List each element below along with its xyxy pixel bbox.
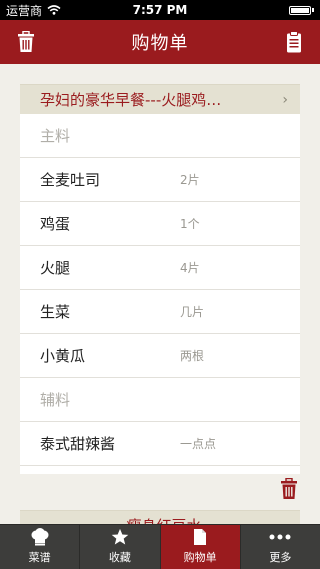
- clear-list-button[interactable]: [4, 20, 48, 64]
- recipe-title-2: 瘦身红豆水: [40, 515, 288, 524]
- tab-label: 更多: [269, 551, 292, 564]
- item-qty: 1个: [180, 217, 200, 231]
- item-name: 生菜: [40, 303, 71, 321]
- status-bar: 运营商 7:57 PM: [0, 0, 320, 20]
- item-name: 泰式甜辣酱: [40, 435, 116, 453]
- tab-favorites[interactable]: 收藏: [80, 525, 161, 569]
- list-view-button[interactable]: [272, 20, 316, 64]
- recipe-header[interactable]: 孕妇的豪华早餐---火腿鸡… ›: [20, 84, 300, 114]
- item-qty: 几片: [180, 305, 205, 319]
- nav-bar: 购物单: [0, 20, 320, 64]
- item-name: 全麦吐司: [40, 171, 101, 189]
- item-qty: 一点点: [180, 437, 217, 451]
- list-item[interactable]: 生菜 几片: [20, 290, 300, 334]
- item-qty: 4片: [180, 261, 200, 275]
- tab-more[interactable]: 更多: [241, 525, 320, 569]
- tab-label: 收藏: [108, 551, 131, 564]
- clipboard-icon: [287, 31, 301, 53]
- shopping-list-content[interactable]: 孕妇的豪华早餐---火腿鸡… › 主料 全麦吐司 2片 鸡蛋 1个 火腿 4片 …: [0, 64, 320, 524]
- chevron-right-icon: ›: [282, 91, 288, 108]
- item-name: 火腿: [40, 259, 71, 277]
- list-item[interactable]: 泰式甜辣酱 一点点: [20, 422, 300, 466]
- page-title: 购物单: [131, 33, 189, 54]
- recipe-title: 孕妇的豪华早餐---火腿鸡…: [40, 91, 222, 109]
- card-footer: [20, 466, 300, 474]
- document-icon: [194, 529, 207, 545]
- item-name: 小黄瓜: [40, 347, 86, 365]
- recipe-card-2: 瘦身红豆水: [20, 510, 300, 524]
- list-item[interactable]: 鸡蛋 1个: [20, 202, 300, 246]
- list-item[interactable]: 火腿 4片: [20, 246, 300, 290]
- item-qty: 2片: [180, 173, 200, 187]
- more-icon: [269, 534, 291, 540]
- section-header-secondary: 辅料: [20, 378, 300, 422]
- chef-hat-icon: [31, 528, 49, 546]
- status-time: 7:57 PM: [132, 3, 188, 17]
- recipe-header-2[interactable]: 瘦身红豆水: [20, 510, 300, 524]
- recipe-card: 孕妇的豪华早餐---火腿鸡… › 主料 全麦吐司 2片 鸡蛋 1个 火腿 4片 …: [20, 84, 300, 474]
- list-item[interactable]: 小黄瓜 两根: [20, 334, 300, 378]
- section-header-main: 主料: [20, 114, 300, 158]
- item-name: 鸡蛋: [40, 215, 71, 233]
- item-qty: 两根: [180, 349, 205, 363]
- star-icon: [111, 528, 129, 545]
- tab-recipes[interactable]: 菜谱: [0, 525, 81, 569]
- list-item[interactable]: 全麦吐司 2片: [20, 158, 300, 202]
- tab-bar: 菜谱 收藏 购物单 更多: [0, 524, 320, 569]
- tab-label: 菜谱: [28, 551, 51, 564]
- trash-icon: [281, 477, 297, 499]
- tab-shopping-list[interactable]: 购物单: [160, 525, 241, 569]
- delete-recipe-button[interactable]: [280, 477, 300, 500]
- tab-label: 购物单: [183, 551, 217, 564]
- trash-icon: [18, 31, 34, 52]
